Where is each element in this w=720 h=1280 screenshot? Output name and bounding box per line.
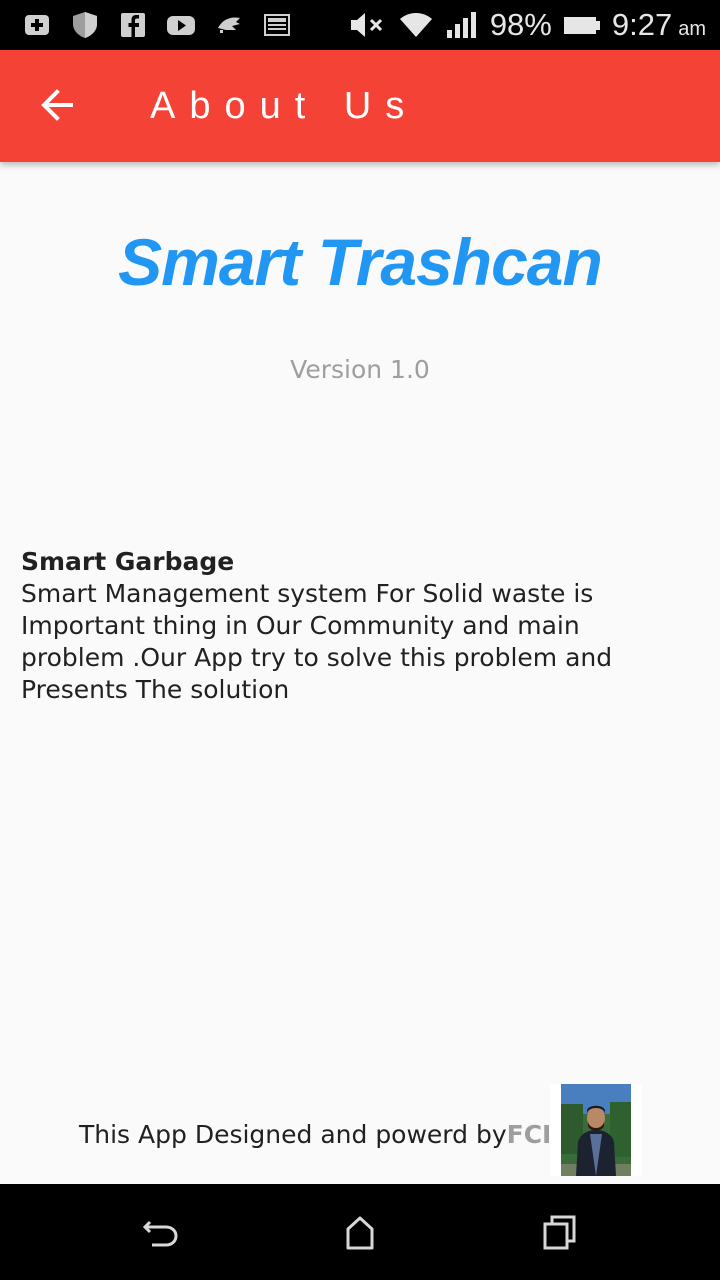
footer-brand: FCI (506, 1120, 552, 1149)
navigation-bar (0, 1184, 720, 1280)
battery-percent: 98% (489, 7, 552, 42)
page-title: About Us (150, 85, 419, 127)
about-heading: Smart Garbage (21, 547, 235, 576)
youtube-icon (167, 16, 195, 35)
status-bar: 98% 9:27 am (0, 0, 720, 50)
screen-icon (264, 14, 290, 36)
signal-icon (446, 12, 476, 38)
facebook-icon (121, 13, 145, 37)
nav-home-button[interactable] (336, 1208, 384, 1256)
recents-icon (543, 1215, 576, 1250)
volume-mute-icon (350, 13, 382, 37)
add-box-icon (25, 15, 49, 35)
clock-ampm: am (678, 17, 706, 40)
notification-icons (22, 10, 292, 40)
footer-credit: This App Designed and powerd byFCI (79, 1118, 551, 1152)
shield-icon (73, 12, 97, 38)
system-indicators: 98% 9:27 am (348, 4, 706, 46)
developer-photo (550, 1084, 642, 1176)
back-button[interactable] (30, 78, 84, 132)
app-version: Version 1.0 (290, 355, 430, 384)
arrow-back-icon (41, 89, 73, 121)
wifi-icon (399, 13, 432, 37)
about-section: Smart Garbage Smart Management system Fo… (21, 546, 681, 706)
clock-time: 9:27 (611, 7, 673, 42)
footer-credit-text: This App Designed and powerd by (79, 1120, 507, 1149)
app-bar: About Us (0, 50, 720, 162)
about-description: Smart Management system For Solid waste … (21, 579, 613, 704)
app-icon (218, 17, 240, 33)
back-icon (142, 1220, 178, 1247)
footer: This App Designed and powerd byFCI (0, 1084, 720, 1184)
nav-back-button[interactable] (136, 1208, 184, 1256)
home-icon (346, 1216, 374, 1250)
nav-recents-button[interactable] (536, 1208, 584, 1256)
battery-icon (563, 17, 600, 34)
app-name: Smart Trashcan (118, 225, 603, 299)
